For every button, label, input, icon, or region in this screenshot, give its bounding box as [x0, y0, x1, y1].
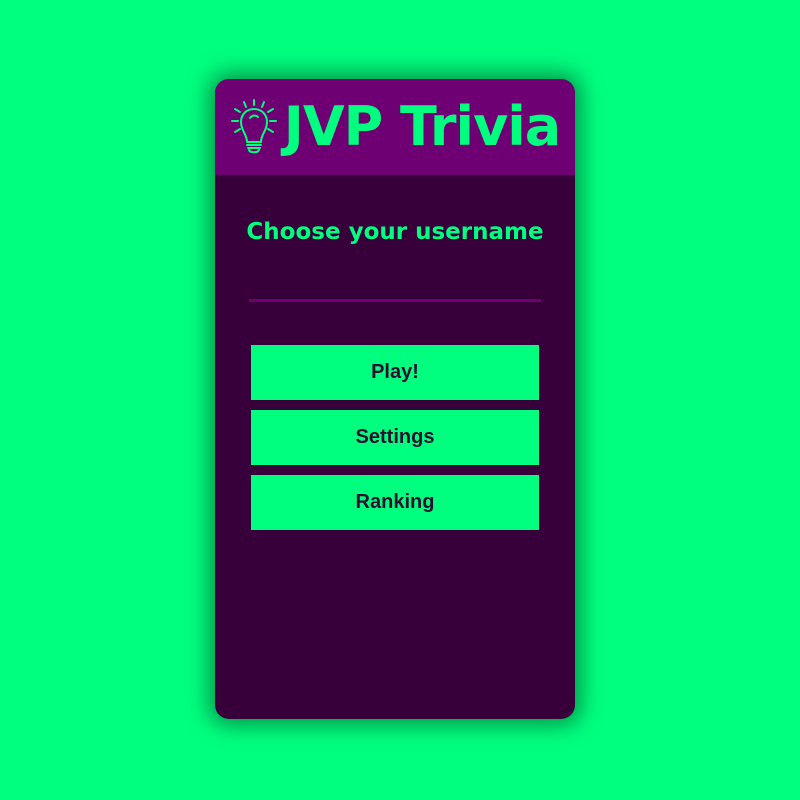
play-button[interactable]: Play! — [251, 345, 539, 400]
app-title: JVP Trivia — [283, 95, 561, 158]
settings-button[interactable]: Settings — [251, 410, 539, 465]
ranking-button[interactable]: Ranking — [251, 475, 539, 530]
username-prompt: Choose your username — [246, 219, 544, 245]
username-input[interactable] — [249, 273, 541, 302]
app-header: JVP Trivia — [215, 79, 575, 175]
lightbulb-icon — [230, 98, 278, 156]
main-card: JVP Trivia Choose your username Play! Se… — [215, 79, 575, 719]
menu-buttons: Play! Settings Ranking — [215, 345, 575, 530]
